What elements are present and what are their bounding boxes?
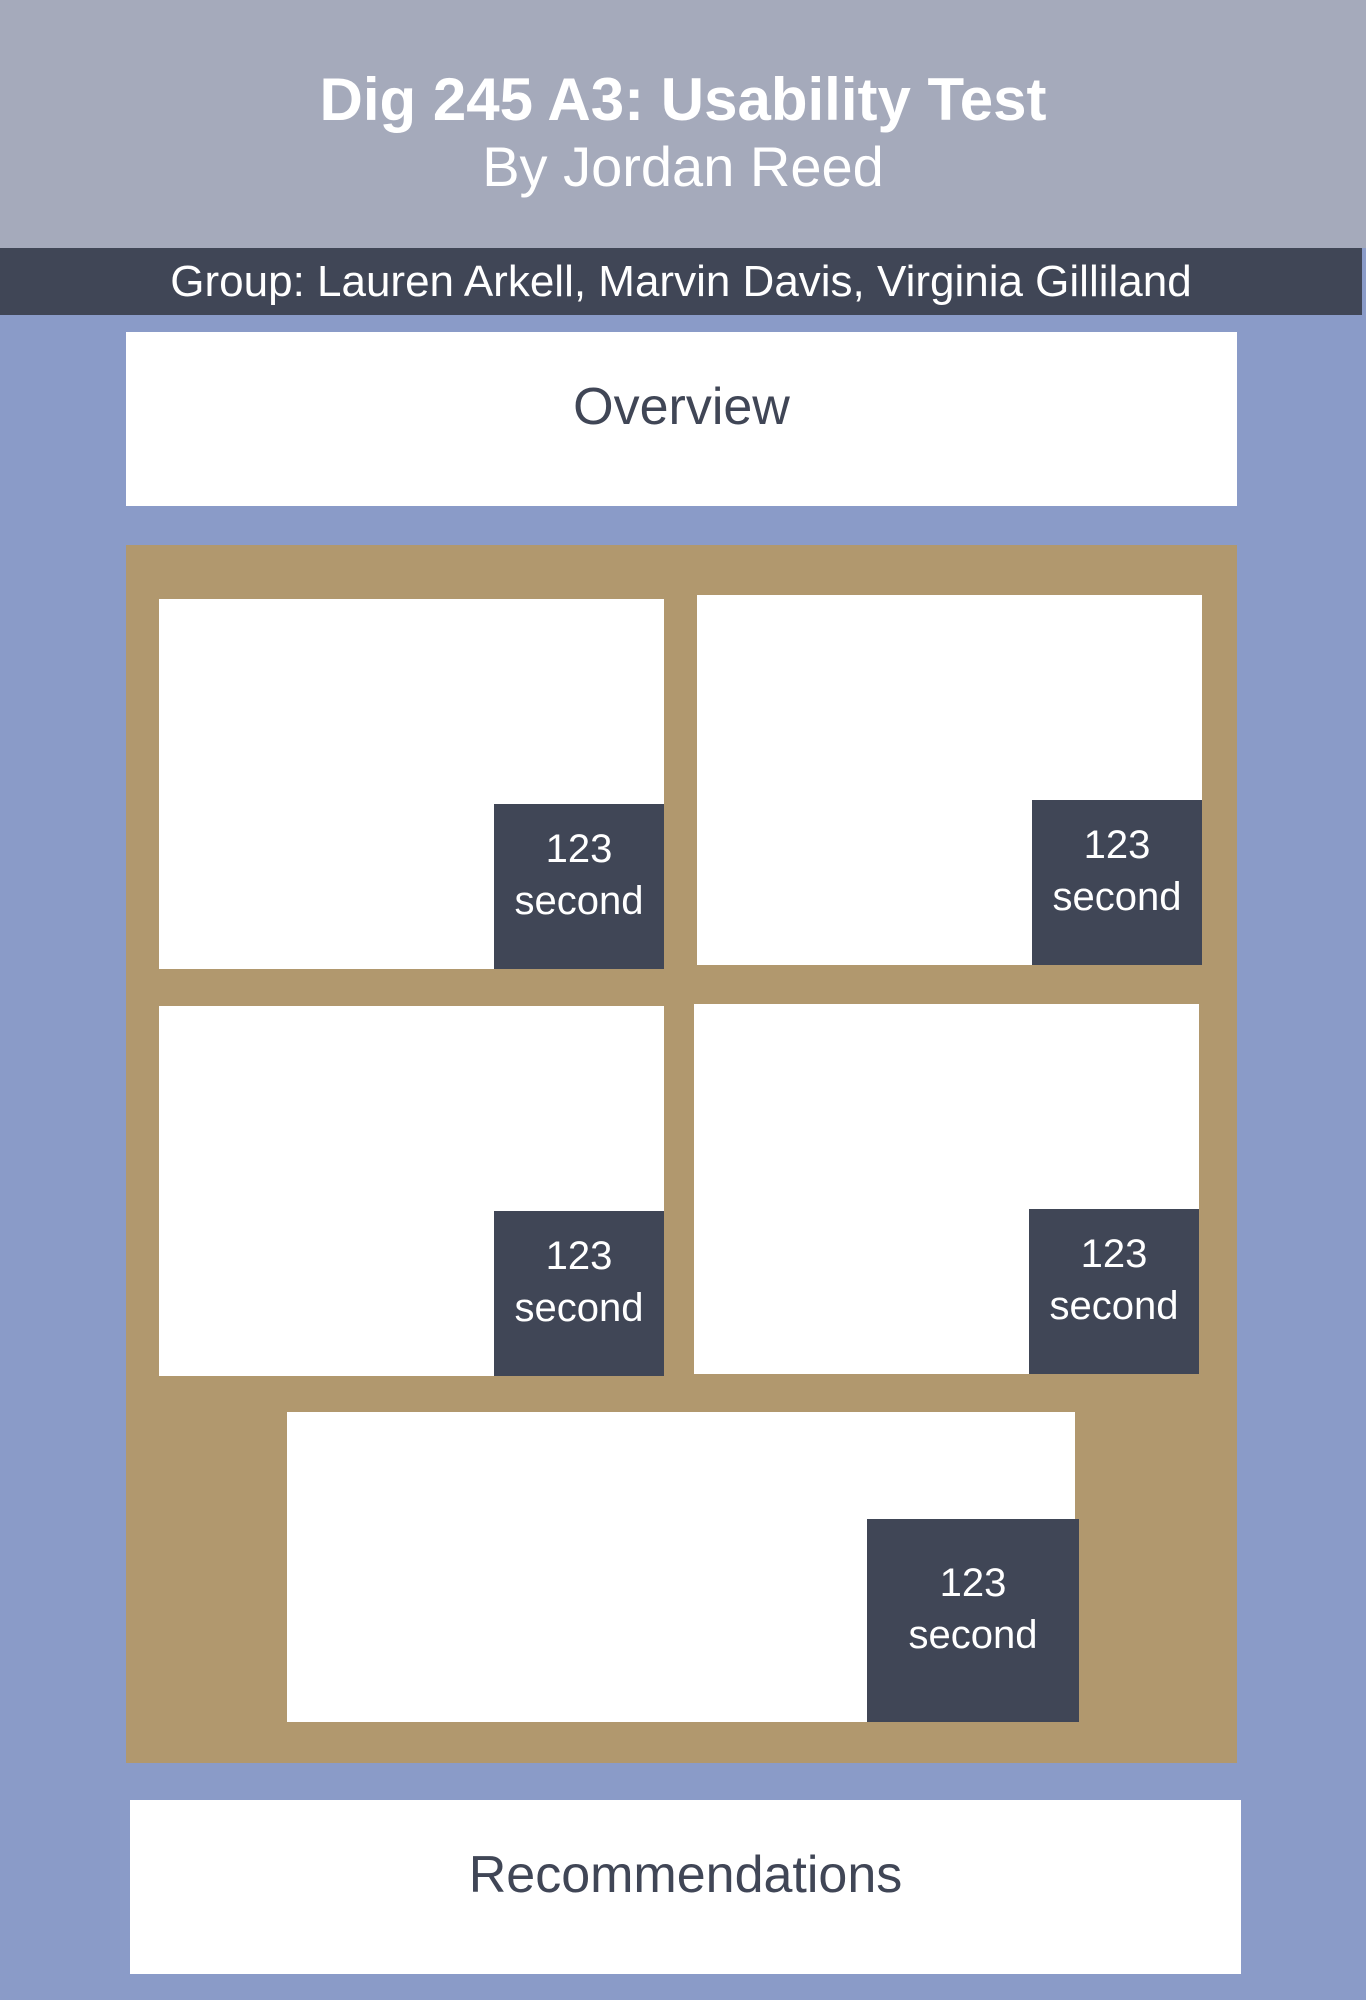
- page-title: Dig 245 A3: Usability Test: [319, 66, 1047, 133]
- test-card-1[interactable]: 123 second: [159, 599, 664, 969]
- time-unit-4: second: [1049, 1283, 1179, 1328]
- time-badge-1: 123 second: [494, 804, 664, 969]
- time-unit-3: second: [514, 1285, 644, 1330]
- time-unit-1: second: [514, 878, 644, 923]
- test-card-5[interactable]: 123 second: [287, 1412, 1079, 1722]
- time-value-5: 123: [939, 1560, 1007, 1605]
- time-value-4: 123: [1080, 1231, 1148, 1276]
- time-value-3: 123: [545, 1233, 613, 1278]
- time-badge-2: 123 second: [1032, 800, 1202, 965]
- group-members-bar: Group: Lauren Arkell, Marvin Davis, Virg…: [0, 248, 1362, 315]
- time-value-1: 123: [545, 826, 613, 871]
- test-card-2[interactable]: 123 second: [697, 595, 1202, 965]
- page: Dig 245 A3: Usability Test By Jordan Ree…: [0, 0, 1366, 2000]
- overview-section[interactable]: Overview: [126, 332, 1237, 506]
- test-card-4[interactable]: 123 second: [694, 1004, 1199, 1374]
- time-unit-2: second: [1052, 874, 1182, 919]
- page-subtitle: By Jordan Reed: [482, 135, 884, 198]
- page-header: Dig 245 A3: Usability Test By Jordan Ree…: [0, 0, 1366, 248]
- time-badge-4: 123 second: [1029, 1209, 1199, 1374]
- time-value-2: 123: [1083, 822, 1151, 867]
- time-unit-5: second: [908, 1612, 1038, 1657]
- test-card-3[interactable]: 123 second: [159, 1006, 664, 1376]
- recommendations-section[interactable]: Recommendations: [130, 1800, 1241, 1974]
- time-badge-5: 123 second: [867, 1519, 1079, 1722]
- test-cards-panel: 123 second 123 second 123 second 123 sec…: [126, 545, 1237, 1763]
- time-badge-3: 123 second: [494, 1211, 664, 1376]
